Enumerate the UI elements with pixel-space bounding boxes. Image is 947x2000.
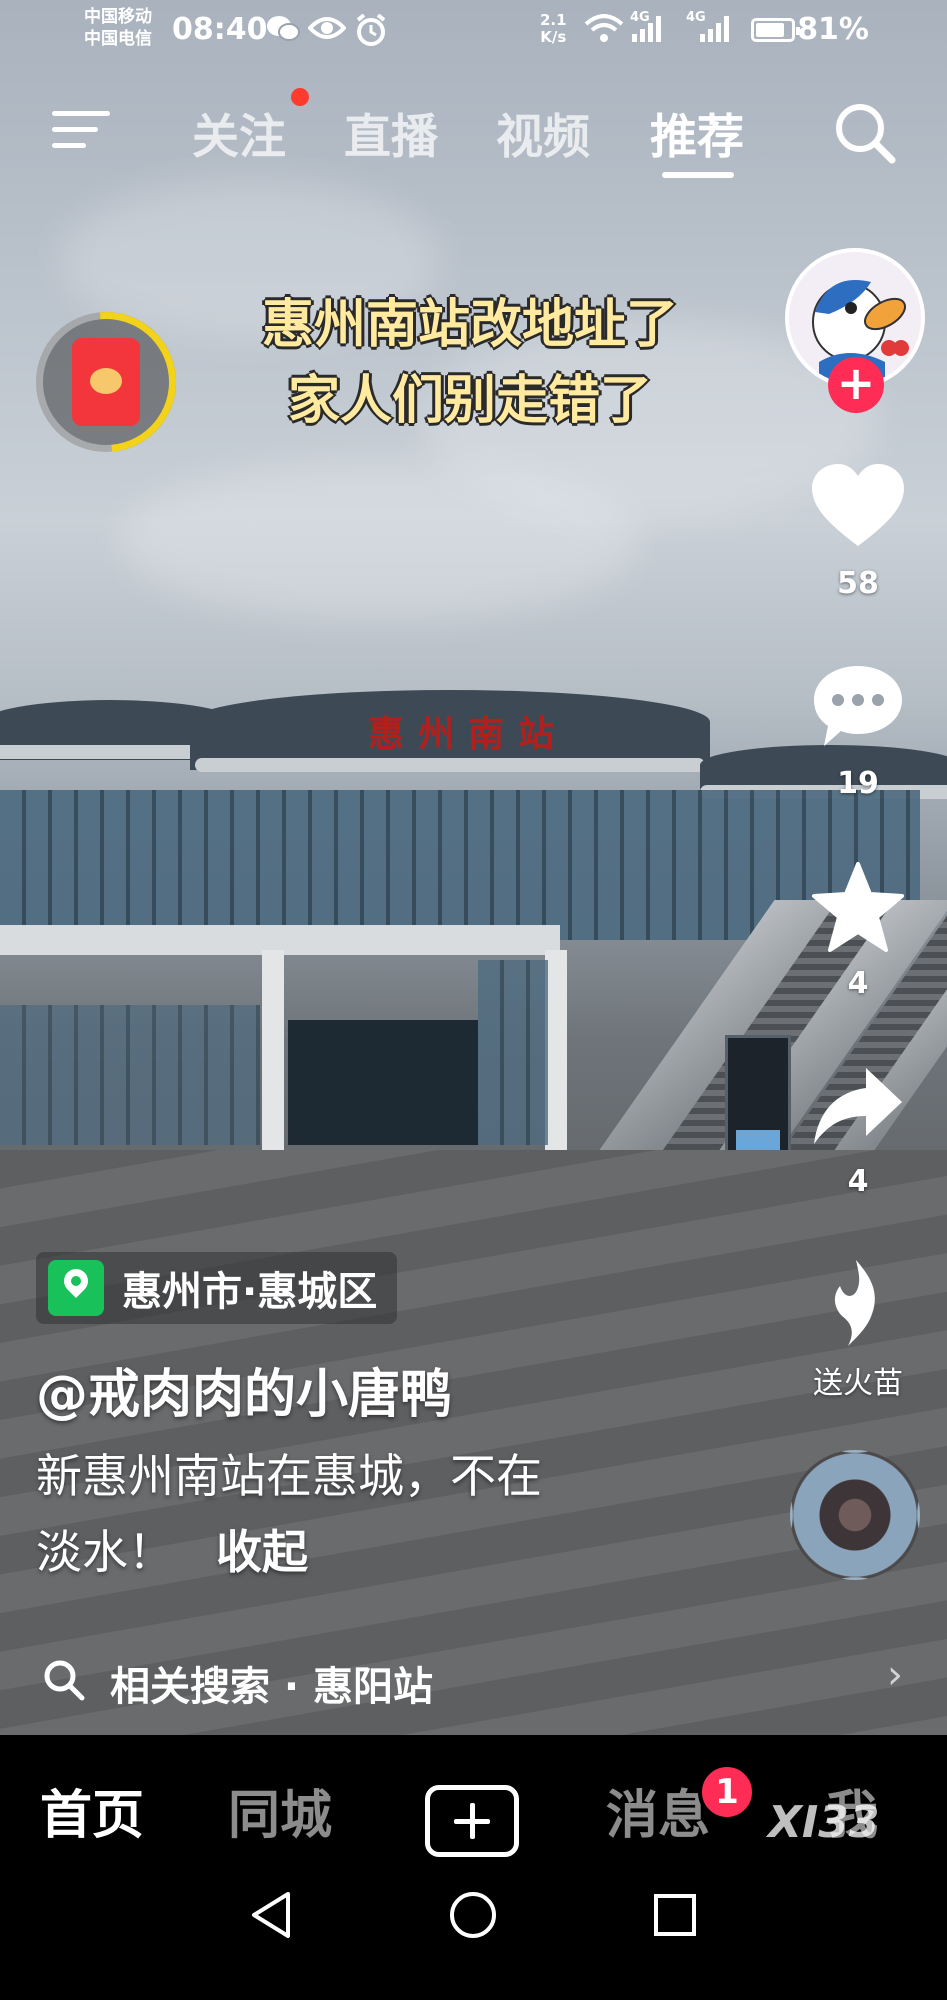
follow-button[interactable]: + xyxy=(828,357,884,413)
watermark: XI33 xyxy=(768,1797,880,1848)
battery-percent: 81% xyxy=(797,12,869,47)
messages-badge: 1 xyxy=(698,1763,756,1821)
search-icon[interactable] xyxy=(832,100,898,166)
share-button[interactable] xyxy=(810,1062,906,1152)
tab-video[interactable]: 视频 xyxy=(496,98,590,167)
cloud xyxy=(120,460,640,620)
carrier-2: 中国电信 xyxy=(84,29,152,49)
tab-nearby[interactable]: 同城 xyxy=(228,1773,332,1848)
music-disc[interactable] xyxy=(790,1450,920,1580)
location-tag[interactable]: 惠州市·惠城区 xyxy=(36,1252,398,1324)
related-search-text: 相关搜索 · 惠阳站 xyxy=(110,1664,434,1710)
back-icon[interactable] xyxy=(248,1890,294,1940)
comment-count: 19 xyxy=(837,766,879,801)
post-description: 新惠州南站在惠城，不在 淡水！ 收起 xyxy=(36,1438,636,1590)
net-speed: 2.1 K/s xyxy=(540,11,567,46)
tab-messages[interactable]: 消息 xyxy=(606,1773,710,1848)
red-envelope-icon xyxy=(72,338,140,426)
station-sign: 惠州南站 xyxy=(368,713,569,755)
comment-icon xyxy=(814,666,902,746)
chevron-right-icon: › xyxy=(887,1652,903,1698)
system-navigation-bar xyxy=(0,1860,947,2000)
home-circle-icon[interactable] xyxy=(448,1890,498,1940)
comment-button[interactable] xyxy=(810,662,906,752)
wifi-icon xyxy=(584,14,624,51)
share-arrow-icon xyxy=(814,1068,902,1144)
favorite-count: 4 xyxy=(847,966,869,1001)
video-caption-line-1: 惠州南站改地址了 xyxy=(261,294,679,356)
signal-2-label: 4G xyxy=(686,10,706,25)
wechat-icon xyxy=(266,14,300,51)
tab-recommended[interactable]: 推荐 xyxy=(650,98,744,167)
collapse-button[interactable]: 收起 xyxy=(216,1525,308,1579)
active-tab-indicator xyxy=(662,172,734,178)
eye-icon xyxy=(307,14,347,49)
tab-live[interactable]: 直播 xyxy=(344,98,438,167)
location-pin-icon xyxy=(48,1260,104,1316)
carrier-1: 中国移动 xyxy=(84,7,152,27)
description-line-2: 淡水！ xyxy=(36,1525,174,1579)
status-bar: 中国移动 中国电信 08:40 2.1 K/s 4G 4G 81% xyxy=(0,0,947,62)
notification-dot xyxy=(291,88,309,106)
battery-level xyxy=(756,23,784,37)
recents-icon[interactable] xyxy=(652,1892,698,1938)
heart-icon xyxy=(812,464,904,546)
bottom-tab-bar: 首页 同城 消息 1 我 XI33 xyxy=(0,1735,947,1860)
like-count: 58 xyxy=(837,566,879,601)
search-icon xyxy=(44,1660,85,1701)
top-nav: 关注 直播 视频 推荐 xyxy=(0,80,947,180)
star-icon xyxy=(812,862,904,952)
description-line-1: 新惠州南站在惠城，不在 xyxy=(36,1449,542,1503)
video-caption-line-2: 家人们别走错了 xyxy=(287,370,653,432)
favorite-button[interactable] xyxy=(810,862,906,952)
red-packet-button[interactable] xyxy=(7,283,205,481)
author-name[interactable]: @戒肉肉的小唐鸭 xyxy=(36,1352,452,1427)
flame-icon xyxy=(834,1260,875,1346)
clock: 08:40 xyxy=(172,12,268,47)
send-fire-label: 送火苗 xyxy=(813,1366,903,1401)
carrier-info: 中国移动 中国电信 xyxy=(84,6,152,50)
send-fire-button[interactable] xyxy=(810,1258,906,1348)
signal-1-label: 4G xyxy=(630,10,650,25)
tab-home[interactable]: 首页 xyxy=(40,1773,144,1848)
tab-following[interactable]: 关注 xyxy=(192,98,286,167)
related-search-bar[interactable]: 相关搜索 · 惠阳站 › xyxy=(0,1640,947,1716)
like-button[interactable] xyxy=(810,462,906,552)
share-count: 4 xyxy=(847,1164,869,1199)
battery-icon xyxy=(751,18,800,42)
create-post-button[interactable] xyxy=(425,1785,519,1857)
alarm-icon xyxy=(354,13,388,53)
menu-icon[interactable] xyxy=(52,107,112,151)
location-text: 惠州市·惠城区 xyxy=(122,1269,378,1315)
